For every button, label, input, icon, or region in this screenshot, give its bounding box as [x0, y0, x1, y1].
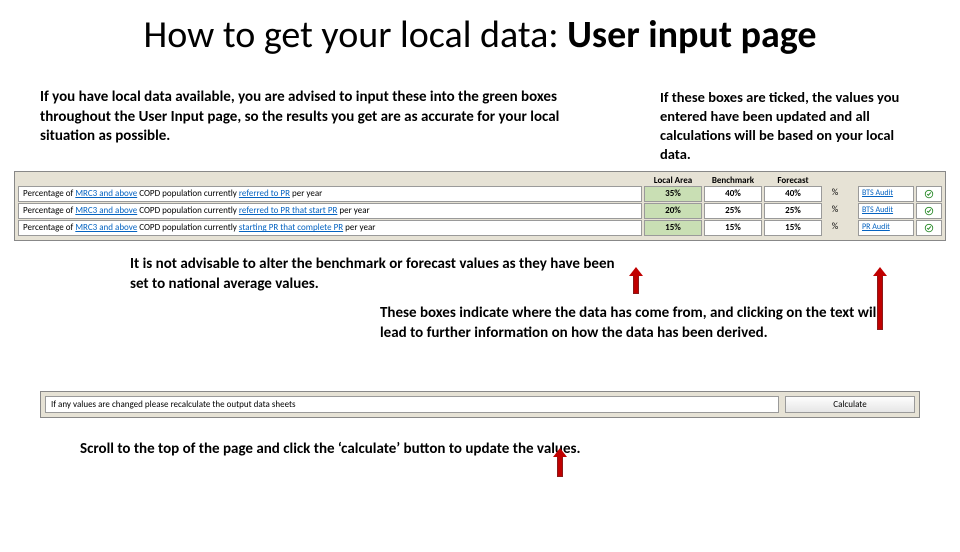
row-label: Percentage of MRC3 and above COPD popula…	[18, 203, 642, 219]
updated-tick-icon	[916, 220, 942, 236]
intro-left-text: If you have local data available, you ar…	[40, 88, 580, 163]
title-bold: User input page	[567, 12, 816, 58]
benchmark-value: 40%	[704, 186, 762, 202]
row-label: Percentage of MRC3 and above COPD popula…	[18, 220, 642, 236]
table-row: Percentage of MRC3 and above COPD popula…	[18, 220, 942, 236]
gap	[846, 203, 856, 219]
forecast-value: 40%	[764, 186, 822, 202]
header-benchmark: Benchmark	[704, 175, 762, 186]
arrow-up-benchmark	[633, 274, 639, 294]
arrow-up-audit	[877, 274, 883, 330]
benchmark-value: 15%	[704, 220, 762, 236]
local-area-input[interactable]: 20%	[644, 203, 702, 219]
gap	[846, 186, 856, 202]
forecast-value: 15%	[764, 220, 822, 236]
note-benchmark: It is not advisable to alter the benchma…	[130, 255, 630, 294]
benchmark-value: 25%	[704, 203, 762, 219]
unit-label: %	[824, 203, 846, 219]
row-label: Percentage of MRC3 and above COPD popula…	[18, 186, 642, 202]
audit-source-link[interactable]: BTS Audit	[858, 203, 914, 219]
header-local: Local Area	[644, 175, 702, 186]
title-plain: How to get your local data:	[144, 12, 568, 58]
spreadsheet-panel: Local Area Benchmark Forecast Percentage…	[14, 171, 946, 241]
note-data-source: These boxes indicate where the data has …	[380, 304, 910, 343]
updated-tick-icon	[916, 203, 942, 219]
audit-source-link[interactable]: PR Audit	[858, 220, 914, 236]
updated-tick-icon	[916, 186, 942, 202]
table-row: Percentage of MRC3 and above COPD popula…	[18, 203, 942, 219]
calculate-button[interactable]: Calculate	[785, 396, 915, 413]
forecast-value: 25%	[764, 203, 822, 219]
local-area-input[interactable]: 15%	[644, 220, 702, 236]
calc-instruction: If any values are changed please recalcu…	[45, 396, 779, 413]
header-forecast: Forecast	[764, 175, 822, 186]
page-title: How to get your local data: User input p…	[0, 12, 960, 58]
arrow-up-calculate	[557, 455, 563, 477]
note-scroll-calculate: Scroll to the top of the page and click …	[80, 440, 960, 458]
audit-source-link[interactable]: BTS Audit	[858, 186, 914, 202]
local-area-input[interactable]: 35%	[644, 186, 702, 202]
unit-label: %	[824, 186, 846, 202]
table-row: Percentage of MRC3 and above COPD popula…	[18, 186, 942, 202]
header-row: Local Area Benchmark Forecast	[18, 175, 942, 186]
intro-right-text: If these boxes are ticked, the values yo…	[660, 88, 920, 163]
gap	[846, 220, 856, 236]
unit-label: %	[824, 220, 846, 236]
calculate-bar: If any values are changed please recalcu…	[40, 391, 920, 418]
